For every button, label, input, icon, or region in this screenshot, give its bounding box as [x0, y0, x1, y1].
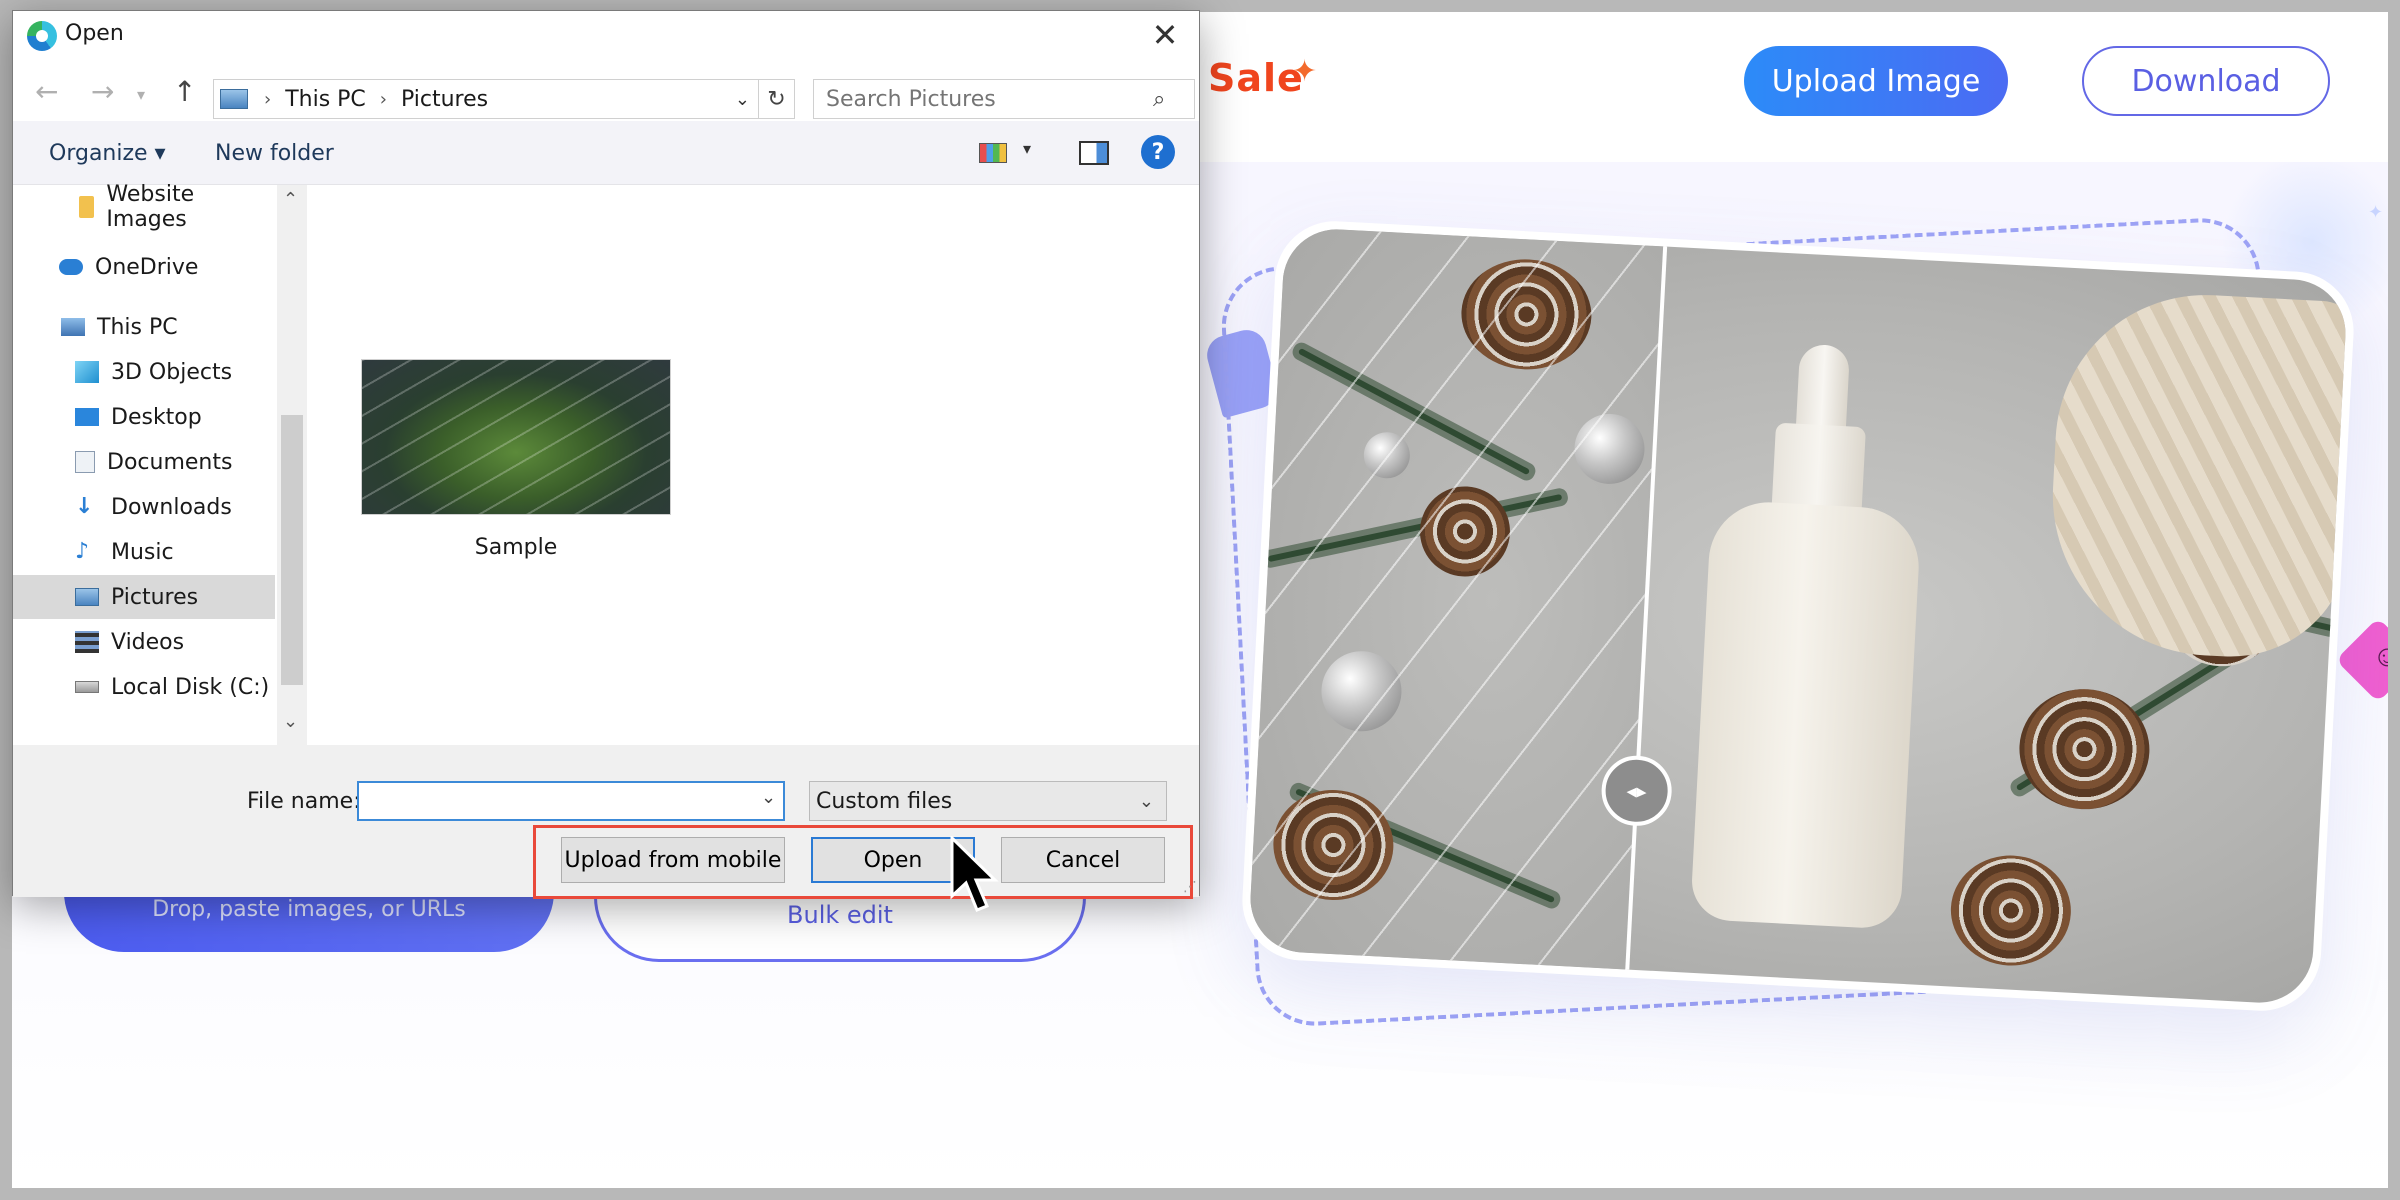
thumbnail-watermark [362, 360, 670, 514]
nav-item-label: Desktop [111, 404, 202, 430]
search-input[interactable] [813, 79, 1195, 119]
film-icon [75, 631, 99, 653]
dialog-toolbar: Organize ▾ New folder ▾ ? [13, 121, 1199, 185]
recent-locations-chevron-icon[interactable]: ▾ [137, 85, 145, 104]
cloud-icon [59, 259, 83, 275]
folder-icon [79, 196, 95, 218]
cube-icon [75, 361, 99, 383]
nav-item-label: Videos [111, 629, 185, 655]
upload-image-button[interactable]: Upload Image [1744, 46, 2008, 116]
desktop-icon [75, 408, 99, 426]
nav-item-label: 3D Objects [111, 359, 233, 385]
open-file-dialog: Open ✕ ← → ▾ ↑ › This PC › Pictures ⌄ ↻ … [12, 10, 1200, 899]
file-name-label: File name: [247, 789, 361, 814]
new-folder-button[interactable]: New folder [215, 141, 334, 166]
breadcrumb-separator-icon[interactable]: › [380, 89, 387, 110]
navigation-bar: ← → ▾ ↑ › This PC › Pictures ⌄ ↻ ⌕ [13, 57, 1199, 121]
scroll-up-chevron-icon[interactable]: ⌃ [283, 189, 298, 210]
file-type-value: Custom files [816, 788, 953, 814]
before-after-preview: ◂▸ [1239, 218, 2357, 1014]
organize-menu[interactable]: Organize ▾ [49, 141, 166, 166]
nav-item-label: OneDrive [95, 254, 199, 280]
scroll-down-chevron-icon[interactable]: ⌄ [283, 711, 298, 732]
nav-item-local-disk[interactable]: Local Disk (C:) [13, 665, 275, 709]
pictures-location-icon [220, 89, 248, 109]
file-thumbnail-sample[interactable] [361, 359, 671, 515]
music-note-icon: ♪ [75, 539, 90, 564]
dialog-titlebar[interactable]: Open ✕ [13, 11, 1199, 57]
file-name-input[interactable] [357, 781, 785, 821]
address-dropdown-chevron-icon[interactable]: ⌄ [735, 89, 750, 110]
forward-arrow-icon[interactable]: → [91, 75, 114, 108]
preview-image: ◂▸ [1247, 226, 2349, 1006]
sparkle-icon: ✦ [2368, 202, 2384, 222]
pine-cone [1948, 852, 2074, 969]
breadcrumb-pictures[interactable]: Pictures [401, 87, 488, 112]
nav-item-label: Local Disk (C:) [111, 674, 270, 700]
nav-item-onedrive[interactable]: OneDrive [13, 245, 275, 289]
upload-from-mobile-button[interactable]: Upload from mobile [561, 837, 785, 883]
nav-item-label: Music [111, 539, 174, 565]
dialog-footer: File name: ⌄ Custom files ⌄ Upload from … [13, 745, 1199, 899]
nav-item-this-pc[interactable]: This PC [13, 305, 275, 349]
sample-watermark [1247, 226, 1664, 970]
nav-item-downloads[interactable]: ↓ Downloads [13, 485, 275, 529]
bottle-dropper [1795, 343, 1851, 437]
navigation-scrollbar[interactable]: ⌃ ⌄ [277, 185, 307, 745]
smiley-icon: ☺ [2372, 640, 2388, 673]
nav-item-label: Website Images [106, 182, 195, 232]
search-icon: ⌕ [1153, 87, 1166, 112]
nav-item-desktop[interactable]: Desktop [13, 395, 275, 439]
nav-item-videos[interactable]: Videos [13, 620, 275, 664]
edge-browser-icon [27, 21, 57, 51]
file-name-dropdown-chevron-icon[interactable]: ⌄ [761, 787, 776, 808]
bottle-body [1690, 499, 1922, 930]
address-bar[interactable]: › This PC › Pictures ⌄ [213, 79, 759, 119]
breadcrumb-this-pc[interactable]: This PC [285, 87, 366, 112]
knit-fabric [2044, 287, 2349, 663]
file-list-pane: Sample [309, 185, 1199, 745]
drop-images-label: Drop, paste images, or URLs [152, 897, 466, 922]
view-options-chevron-icon[interactable]: ▾ [1023, 139, 1031, 158]
help-icon[interactable]: ? [1141, 135, 1175, 169]
disk-icon [75, 681, 99, 693]
scroll-thumb[interactable] [281, 415, 303, 685]
nav-item-label: Downloads [111, 494, 232, 520]
close-icon[interactable]: ✕ [1145, 15, 1185, 55]
nav-item-label: Pictures [111, 584, 199, 610]
dialog-title: Open [65, 21, 124, 46]
cancel-button[interactable]: Cancel [1001, 837, 1165, 883]
up-arrow-icon[interactable]: ↑ [173, 75, 196, 108]
back-arrow-icon[interactable]: ← [35, 75, 58, 108]
download-button[interactable]: Download [2082, 46, 2330, 116]
file-name-sample[interactable]: Sample [361, 535, 671, 560]
computer-icon [61, 318, 85, 336]
file-type-select[interactable]: Custom files ⌄ [809, 781, 1167, 821]
refresh-icon[interactable]: ↻ [759, 79, 795, 119]
breadcrumb-separator-icon[interactable]: › [264, 89, 271, 110]
bulk-edit-label: Bulk edit [787, 901, 893, 929]
nav-item-label: Documents [107, 449, 233, 475]
nav-item-documents[interactable]: Documents [13, 440, 275, 484]
sparkle-icon: ✦ [1292, 55, 1318, 88]
pine-cone [2016, 685, 2153, 813]
nav-item-pictures[interactable]: Pictures [13, 575, 275, 619]
sale-badge[interactable]: Sale [1208, 56, 1304, 100]
change-view-icon[interactable] [979, 143, 1007, 163]
nav-item-website-images[interactable]: Website Images [13, 182, 275, 232]
resize-grip-icon[interactable]: ⋰ [1183, 879, 1197, 895]
file-type-chevron-icon: ⌄ [1138, 790, 1154, 812]
navigation-pane: Website Images OneDrive This PC 3D Objec… [13, 182, 275, 745]
preview-pane-icon[interactable] [1079, 141, 1109, 165]
nav-item-music[interactable]: ♪ Music [13, 530, 275, 574]
nav-item-3d-objects[interactable]: 3D Objects [13, 350, 275, 394]
nav-item-label: This PC [97, 314, 178, 340]
download-arrow-icon: ↓ [75, 494, 94, 519]
document-icon [75, 451, 95, 473]
pictures-icon [75, 588, 99, 606]
